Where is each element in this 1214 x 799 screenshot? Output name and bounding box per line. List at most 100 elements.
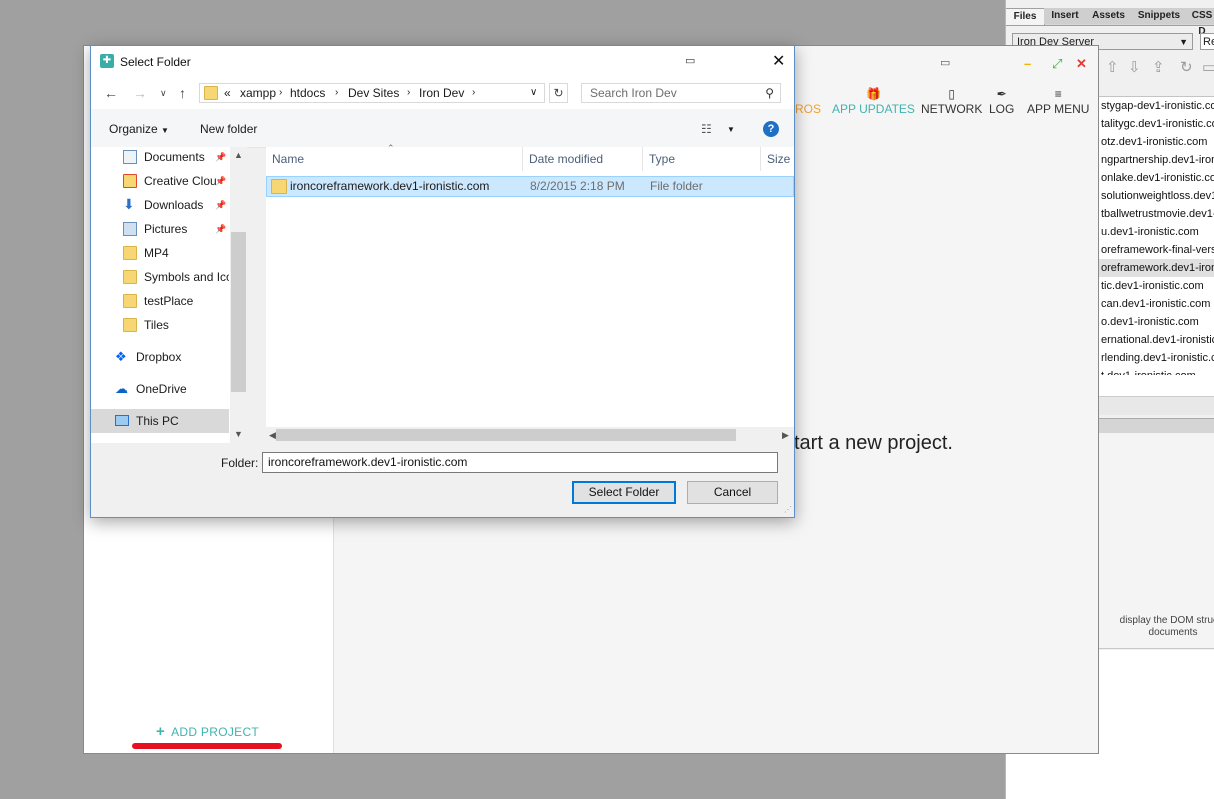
chevron-right-icon[interactable]: › xyxy=(335,84,338,102)
help-icon[interactable]: ? xyxy=(763,121,779,137)
nav-network[interactable]: ▯ NETWORK xyxy=(921,86,982,116)
tab-snippets[interactable]: Snippets xyxy=(1131,8,1188,24)
list-scrollbar[interactable] xyxy=(1098,396,1214,415)
minimize-icon[interactable]: – xyxy=(1024,56,1031,71)
get-files-icon[interactable]: ⇩ xyxy=(1128,58,1141,76)
list-item[interactable]: stygap-dev1-ironistic.co xyxy=(1099,97,1214,115)
maximize-icon[interactable]: ⤢ xyxy=(1052,56,1062,72)
quill-icon: ✒ xyxy=(996,87,1007,101)
add-project-button[interactable]: + ADD PROJECT xyxy=(156,723,259,740)
scroll-up-icon[interactable]: ▲ xyxy=(234,150,243,160)
pin-icon[interactable]: 📌 xyxy=(215,217,226,241)
nav-item-testplace[interactable]: testPlace xyxy=(91,289,229,313)
view-options-icon[interactable]: ☷ xyxy=(701,122,712,136)
chevron-down-icon[interactable]: ▼ xyxy=(727,125,735,134)
sync-icon[interactable]: ↻ xyxy=(1180,58,1193,76)
list-item[interactable]: solutionweightloss.dev1- xyxy=(1099,187,1214,205)
list-item[interactable]: rlending.dev1-ironistic.c xyxy=(1099,349,1214,367)
nav-item-this-pc[interactable]: This PC xyxy=(91,409,229,433)
recent-locations-icon[interactable]: ∨ xyxy=(160,88,167,99)
file-pane-hscrollbar[interactable]: ◀ ▶ xyxy=(266,427,794,443)
list-item[interactable]: otz.dev1-ironistic.com xyxy=(1099,133,1214,151)
dom-panel-message: display the DOM structu documents xyxy=(1098,615,1214,639)
nav-item-creative-cloud[interactable]: Creative Clou 📌 xyxy=(91,169,229,193)
nav-app-menu[interactable]: ≡ APP MENU xyxy=(1027,86,1089,116)
column-header-type[interactable]: Type xyxy=(643,147,761,171)
nav-item-downloads[interactable]: ⬇ Downloads 📌 xyxy=(91,193,229,217)
close-icon[interactable]: ✕ xyxy=(772,51,785,71)
nav-macros[interactable]: ROS xyxy=(795,86,821,116)
list-item-selected[interactable]: oreframework.dev1-iron xyxy=(1099,259,1214,277)
expand-icon[interactable]: ▭ xyxy=(1202,58,1214,76)
breadcrumb-iron-dev[interactable]: Iron Dev xyxy=(419,84,464,102)
close-icon[interactable]: ✕ xyxy=(1076,56,1087,72)
nav-app-updates[interactable]: 🎁 APP UPDATES xyxy=(832,86,915,116)
select-folder-button[interactable]: Select Folder xyxy=(572,481,676,504)
pin-window-icon[interactable]: ▭ xyxy=(685,54,695,67)
nav-pane-scroll-thumb[interactable] xyxy=(231,232,246,392)
put-files-icon[interactable]: ⇪ xyxy=(1152,58,1165,76)
new-folder-button[interactable]: New folder xyxy=(200,122,257,136)
breadcrumb-xampp[interactable]: xampp xyxy=(240,84,276,102)
nav-item-onedrive[interactable]: ☁ OneDrive xyxy=(91,377,229,401)
address-bar[interactable]: « xampp › htdocs › Dev Sites › Iron Dev … xyxy=(199,83,545,103)
nav-item-documents[interactable]: Documents 📌 xyxy=(91,145,229,169)
column-header-size[interactable]: Size xyxy=(761,147,794,171)
nav-item-tiles[interactable]: Tiles xyxy=(91,313,229,337)
list-item[interactable]: oreframework-final-versi xyxy=(1099,241,1214,259)
organize-label: Organize xyxy=(109,122,158,136)
tab-css-designer[interactable]: CSS D xyxy=(1187,8,1214,37)
search-input[interactable]: Search Iron Dev ⚲ xyxy=(581,83,781,103)
documents-icon xyxy=(123,150,137,164)
list-item[interactable]: tballwetrustmovie.dev1- xyxy=(1099,205,1214,223)
up-arrow-icon[interactable]: ↑ xyxy=(179,85,186,101)
nav-item-symbols-and-icons[interactable]: Symbols and Ico xyxy=(91,265,229,289)
breadcrumb-dev-sites[interactable]: Dev Sites xyxy=(348,84,399,102)
pin-icon[interactable]: 📌 xyxy=(215,193,226,217)
tab-assets[interactable]: Assets xyxy=(1086,8,1132,24)
pin-icon[interactable]: 📌 xyxy=(215,145,226,169)
list-item[interactable]: ngpartnership.dev1-iron xyxy=(1099,151,1214,169)
cancel-button[interactable]: Cancel xyxy=(687,481,778,504)
get-icon[interactable]: ⇧ xyxy=(1106,58,1119,76)
list-item[interactable]: tic.dev1-ironistic.com xyxy=(1099,277,1214,295)
list-item[interactable]: o.dev1-ironistic.com xyxy=(1099,313,1214,331)
folder-input[interactable]: ironcoreframework.dev1-ironistic.com xyxy=(262,452,778,473)
view-select[interactable]: Re xyxy=(1200,33,1214,50)
chevron-right-icon[interactable]: › xyxy=(472,84,475,102)
tab-insert[interactable]: Insert xyxy=(1044,8,1087,24)
resize-grip-icon[interactable]: ⋰ xyxy=(784,505,792,514)
column-header-date[interactable]: Date modified xyxy=(523,147,643,171)
chevron-right-icon[interactable]: › xyxy=(279,84,282,102)
chevron-down-icon[interactable]: ∨ xyxy=(530,84,537,102)
list-item[interactable]: t.dev1-ironistic.com xyxy=(1099,367,1214,375)
column-header-name[interactable]: Name xyxy=(266,147,523,171)
forward-arrow-icon[interactable]: → xyxy=(133,85,147,101)
dialog-titlebar[interactable]: ✚ Select Folder ▭ ✕ xyxy=(91,46,794,77)
list-item[interactable]: onlake.dev1-ironistic.com xyxy=(1099,169,1214,187)
list-item[interactable]: talitygc.dev1-ironistic.co xyxy=(1099,115,1214,133)
list-item[interactable]: can.dev1-ironistic.com xyxy=(1099,295,1214,313)
tab-files[interactable]: Files xyxy=(1006,8,1045,25)
pin-icon[interactable]: 📌 xyxy=(215,169,226,193)
back-arrow-icon[interactable]: ← xyxy=(104,85,118,101)
scroll-down-icon[interactable]: ▼ xyxy=(234,429,243,439)
chevron-right-icon[interactable]: › xyxy=(407,84,410,102)
refresh-icon[interactable]: ↻ xyxy=(549,83,568,103)
nav-item-pictures[interactable]: Pictures 📌 xyxy=(91,217,229,241)
nav-log[interactable]: ✒ LOG xyxy=(989,86,1014,116)
scroll-right-icon[interactable]: ▶ xyxy=(782,430,789,441)
scroll-left-icon[interactable]: ◀ xyxy=(269,430,276,441)
list-item[interactable]: u.dev1-ironistic.com xyxy=(1099,223,1214,241)
nav-item-mp4[interactable]: MP4 xyxy=(91,241,229,265)
breadcrumb-overflow[interactable]: « xyxy=(224,84,231,102)
pin-window-icon[interactable]: ▭ xyxy=(940,56,950,69)
list-item[interactable]: ernational.dev1-ironistic xyxy=(1099,331,1214,349)
nav-item-dropbox[interactable]: ❖ Dropbox xyxy=(91,345,229,369)
plus-icon: + xyxy=(156,723,166,740)
hscroll-thumb[interactable] xyxy=(276,429,736,441)
panel-divider[interactable] xyxy=(1098,418,1214,434)
breadcrumb-htdocs[interactable]: htdocs xyxy=(290,84,325,102)
table-row[interactable]: ironcoreframework.dev1-ironistic.com 8/2… xyxy=(266,176,794,197)
organize-button[interactable]: Organize ▼ xyxy=(109,122,169,136)
